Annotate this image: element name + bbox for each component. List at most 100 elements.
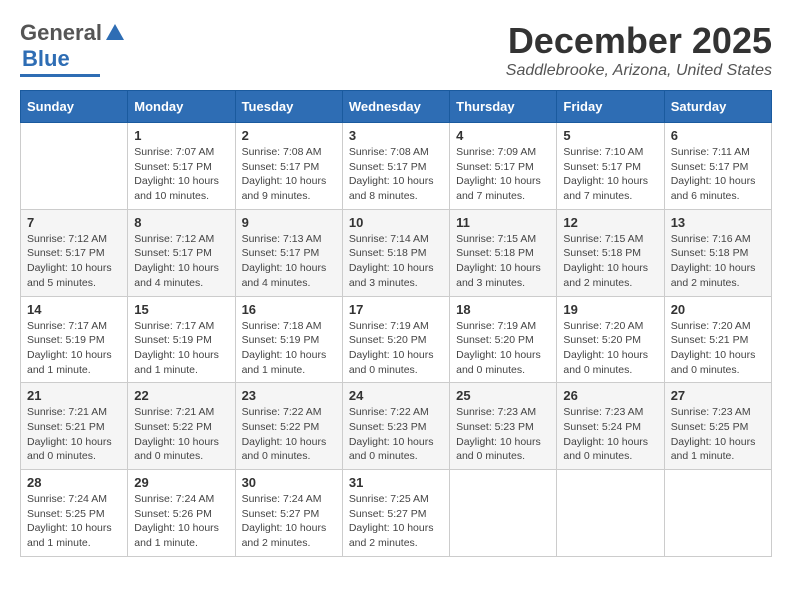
header: General Blue December 2025 Saddlebrooke,… (20, 20, 772, 80)
header-monday: Monday (128, 91, 235, 123)
calendar-cell: 13 Sunrise: 7:16 AM Sunset: 5:18 PM Dayli… (664, 209, 771, 296)
calendar-cell: 29 Sunrise: 7:24 AM Sunset: 5:26 PM Dayli… (128, 470, 235, 557)
calendar-subtitle: Saddlebrooke, Arizona, United States (506, 62, 772, 80)
calendar-cell: 12 Sunrise: 7:15 AM Sunset: 5:18 PM Dayli… (557, 209, 664, 296)
header-thursday: Thursday (450, 91, 557, 123)
day-info: Sunrise: 7:10 AM Sunset: 5:17 PM Dayligh… (563, 145, 657, 204)
day-number: 23 (242, 388, 336, 403)
calendar-cell (557, 470, 664, 557)
logo-icon (104, 22, 126, 44)
day-number: 15 (134, 302, 228, 317)
day-info: Sunrise: 7:08 AM Sunset: 5:17 PM Dayligh… (242, 145, 336, 204)
day-info: Sunrise: 7:23 AM Sunset: 5:23 PM Dayligh… (456, 405, 550, 464)
calendar-cell: 31Sunrise: 7:25 AM Sunset: 5:27 PM Dayli… (342, 470, 449, 557)
day-info: Sunrise: 7:18 AM Sunset: 5:19 PM Dayligh… (242, 319, 336, 378)
day-number: 29 (134, 475, 228, 490)
day-number: 21 (27, 388, 121, 403)
day-number: 24 (349, 388, 443, 403)
calendar-cell: 23 Sunrise: 7:22 AM Sunset: 5:22 PM Dayli… (235, 383, 342, 470)
calendar-cell: 5 Sunrise: 7:10 AM Sunset: 5:17 PM Daylig… (557, 123, 664, 210)
day-number: 20 (671, 302, 765, 317)
day-info: Sunrise: 7:14 AM Sunset: 5:18 PM Dayligh… (349, 232, 443, 291)
calendar-cell: 22Sunrise: 7:21 AM Sunset: 5:22 PM Dayli… (128, 383, 235, 470)
day-info: Sunrise: 7:23 AM Sunset: 5:24 PM Dayligh… (563, 405, 657, 464)
header-saturday: Saturday (664, 91, 771, 123)
calendar-cell: 14 Sunrise: 7:17 AM Sunset: 5:19 PM Dayli… (21, 296, 128, 383)
day-number: 16 (242, 302, 336, 317)
calendar-cell: 27 Sunrise: 7:23 AM Sunset: 5:25 PM Dayli… (664, 383, 771, 470)
calendar-cell: 26Sunrise: 7:23 AM Sunset: 5:24 PM Dayli… (557, 383, 664, 470)
day-info: Sunrise: 7:19 AM Sunset: 5:20 PM Dayligh… (456, 319, 550, 378)
day-info: Sunrise: 7:24 AM Sunset: 5:26 PM Dayligh… (134, 492, 228, 551)
day-number: 9 (242, 215, 336, 230)
day-number: 18 (456, 302, 550, 317)
day-info: Sunrise: 7:16 AM Sunset: 5:18 PM Dayligh… (671, 232, 765, 291)
calendar-cell: 19Sunrise: 7:20 AM Sunset: 5:20 PM Dayli… (557, 296, 664, 383)
day-info: Sunrise: 7:21 AM Sunset: 5:22 PM Dayligh… (134, 405, 228, 464)
calendar-cell: 28Sunrise: 7:24 AM Sunset: 5:25 PM Dayli… (21, 470, 128, 557)
day-info: Sunrise: 7:07 AM Sunset: 5:17 PM Dayligh… (134, 145, 228, 204)
day-number: 2 (242, 128, 336, 143)
calendar-cell: 7 Sunrise: 7:12 AM Sunset: 5:17 PM Daylig… (21, 209, 128, 296)
logo-blue: Blue (22, 46, 70, 72)
day-info: Sunrise: 7:20 AM Sunset: 5:20 PM Dayligh… (563, 319, 657, 378)
header-friday: Friday (557, 91, 664, 123)
day-number: 5 (563, 128, 657, 143)
day-number: 17 (349, 302, 443, 317)
title-section: December 2025 Saddlebrooke, Arizona, Uni… (506, 20, 772, 80)
day-number: 7 (27, 215, 121, 230)
day-number: 25 (456, 388, 550, 403)
day-info: Sunrise: 7:24 AM Sunset: 5:27 PM Dayligh… (242, 492, 336, 551)
calendar-cell: 18 Sunrise: 7:19 AM Sunset: 5:20 PM Dayli… (450, 296, 557, 383)
calendar-week-4: 21 Sunrise: 7:21 AM Sunset: 5:21 PM Dayli… (21, 383, 772, 470)
calendar-cell (450, 470, 557, 557)
calendar-cell: 30 Sunrise: 7:24 AM Sunset: 5:27 PM Dayli… (235, 470, 342, 557)
day-info: Sunrise: 7:15 AM Sunset: 5:18 PM Dayligh… (563, 232, 657, 291)
day-number: 11 (456, 215, 550, 230)
day-info: Sunrise: 7:12 AM Sunset: 5:17 PM Dayligh… (27, 232, 121, 291)
calendar-cell: 9 Sunrise: 7:13 AM Sunset: 5:17 PM Daylig… (235, 209, 342, 296)
calendar-cell: 3Sunrise: 7:08 AM Sunset: 5:17 PM Daylig… (342, 123, 449, 210)
calendar-cell: 21 Sunrise: 7:21 AM Sunset: 5:21 PM Dayli… (21, 383, 128, 470)
day-number: 27 (671, 388, 765, 403)
day-number: 28 (27, 475, 121, 490)
day-number: 12 (563, 215, 657, 230)
calendar-cell: 17 Sunrise: 7:19 AM Sunset: 5:20 PM Dayli… (342, 296, 449, 383)
day-info: Sunrise: 7:22 AM Sunset: 5:22 PM Dayligh… (242, 405, 336, 464)
day-info: Sunrise: 7:11 AM Sunset: 5:17 PM Dayligh… (671, 145, 765, 204)
calendar-week-1: 1 Sunrise: 7:07 AM Sunset: 5:17 PM Daylig… (21, 123, 772, 210)
day-info: Sunrise: 7:17 AM Sunset: 5:19 PM Dayligh… (27, 319, 121, 378)
day-info: Sunrise: 7:20 AM Sunset: 5:21 PM Dayligh… (671, 319, 765, 378)
calendar-cell: 15Sunrise: 7:17 AM Sunset: 5:19 PM Dayli… (128, 296, 235, 383)
day-info: Sunrise: 7:19 AM Sunset: 5:20 PM Dayligh… (349, 319, 443, 378)
logo-general: General (20, 20, 102, 46)
day-number: 30 (242, 475, 336, 490)
day-number: 10 (349, 215, 443, 230)
day-info: Sunrise: 7:12 AM Sunset: 5:17 PM Dayligh… (134, 232, 228, 291)
day-number: 8 (134, 215, 228, 230)
day-info: Sunrise: 7:23 AM Sunset: 5:25 PM Dayligh… (671, 405, 765, 464)
calendar-week-2: 7 Sunrise: 7:12 AM Sunset: 5:17 PM Daylig… (21, 209, 772, 296)
day-info: Sunrise: 7:09 AM Sunset: 5:17 PM Dayligh… (456, 145, 550, 204)
calendar-cell: 16 Sunrise: 7:18 AM Sunset: 5:19 PM Dayli… (235, 296, 342, 383)
day-number: 1 (134, 128, 228, 143)
calendar-cell: 4Sunrise: 7:09 AM Sunset: 5:17 PM Daylig… (450, 123, 557, 210)
calendar-cell: 11Sunrise: 7:15 AM Sunset: 5:18 PM Dayli… (450, 209, 557, 296)
calendar-week-3: 14 Sunrise: 7:17 AM Sunset: 5:19 PM Dayli… (21, 296, 772, 383)
header-sunday: Sunday (21, 91, 128, 123)
calendar-week-5: 28Sunrise: 7:24 AM Sunset: 5:25 PM Dayli… (21, 470, 772, 557)
day-info: Sunrise: 7:13 AM Sunset: 5:17 PM Dayligh… (242, 232, 336, 291)
header-tuesday: Tuesday (235, 91, 342, 123)
calendar-cell: 10 Sunrise: 7:14 AM Sunset: 5:18 PM Dayli… (342, 209, 449, 296)
calendar-cell: 1 Sunrise: 7:07 AM Sunset: 5:17 PM Daylig… (128, 123, 235, 210)
day-number: 13 (671, 215, 765, 230)
day-info: Sunrise: 7:21 AM Sunset: 5:21 PM Dayligh… (27, 405, 121, 464)
calendar-header-row: SundayMondayTuesdayWednesdayThursdayFrid… (21, 91, 772, 123)
calendar-cell: 20 Sunrise: 7:20 AM Sunset: 5:21 PM Dayli… (664, 296, 771, 383)
day-number: 14 (27, 302, 121, 317)
day-info: Sunrise: 7:08 AM Sunset: 5:17 PM Dayligh… (349, 145, 443, 204)
day-number: 6 (671, 128, 765, 143)
calendar-title: December 2025 (506, 20, 772, 62)
calendar-cell (664, 470, 771, 557)
logo-underline (20, 74, 100, 77)
